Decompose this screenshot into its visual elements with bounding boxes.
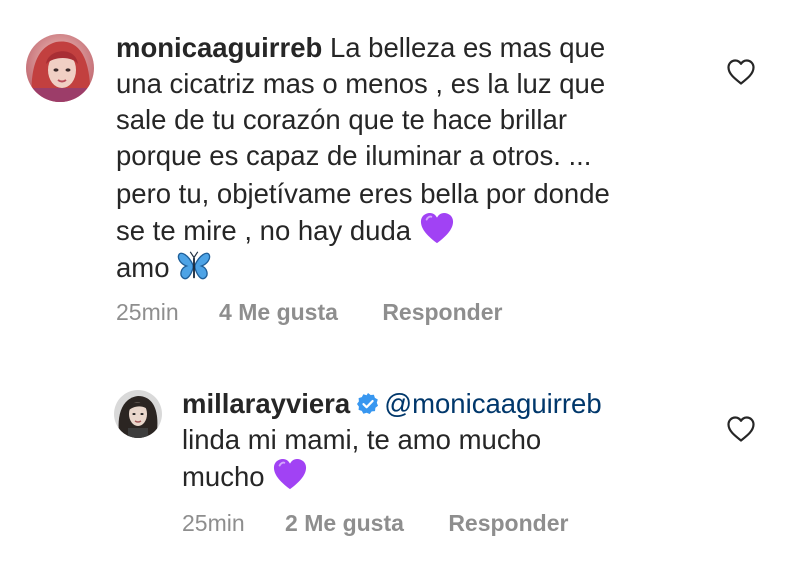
comment-text-line: sale de tu corazón que te hace brillar (116, 104, 567, 135)
avatar-image (26, 34, 94, 102)
butterfly-emoji-icon (177, 251, 211, 280)
heart-outline-icon[interactable] (726, 415, 756, 443)
comment-text-line: mucho (182, 461, 265, 492)
reply-button[interactable]: Responder (382, 299, 502, 326)
comment-text-line: se te mire , no hay duda (116, 215, 412, 246)
heart-outline-icon[interactable] (726, 58, 756, 86)
comment-likes-count[interactable]: 2 Me gusta (285, 510, 404, 537)
purple-heart-emoji-icon (420, 212, 453, 244)
comment-likes-count[interactable]: 4 Me gusta (219, 299, 338, 326)
comment-text-line: pero tu, objetívame eres bella por donde (116, 178, 610, 209)
comment-text-line: una cicatriz mas o menos , es la luz que (116, 68, 606, 99)
comment-username[interactable]: millarayviera (182, 388, 350, 419)
avatar-millarayviera[interactable] (114, 390, 162, 438)
avatar-image (114, 390, 162, 438)
purple-heart-emoji-icon (274, 458, 307, 490)
comment-timestamp: 25min (182, 510, 245, 536)
comment-text-line: amo (116, 252, 170, 283)
comment-text-line: La belleza es mas que (329, 32, 606, 63)
comment-text-line: linda mi mami, te amo mucho (182, 424, 542, 455)
comment-body: millarayviera @monicaaguirreb linda mi m… (182, 386, 602, 495)
reply-button[interactable]: Responder (448, 510, 568, 537)
verified-badge-icon (357, 393, 379, 414)
mention-link[interactable]: @monicaaguirreb (384, 388, 601, 419)
comment-text-line: porque es capaz de iluminar a otros. ... (116, 140, 592, 171)
comment-timestamp: 25min (116, 299, 179, 325)
comment-body: monicaaguirreb La belleza es mas que una… (116, 30, 610, 286)
comment-meta: 25min 2 Me gusta Responder (182, 510, 568, 537)
comment-username[interactable]: monicaaguirreb (116, 32, 322, 63)
comment-meta: 25min 4 Me gusta Responder (116, 299, 502, 326)
avatar-monicaaguirreb[interactable] (26, 34, 94, 102)
